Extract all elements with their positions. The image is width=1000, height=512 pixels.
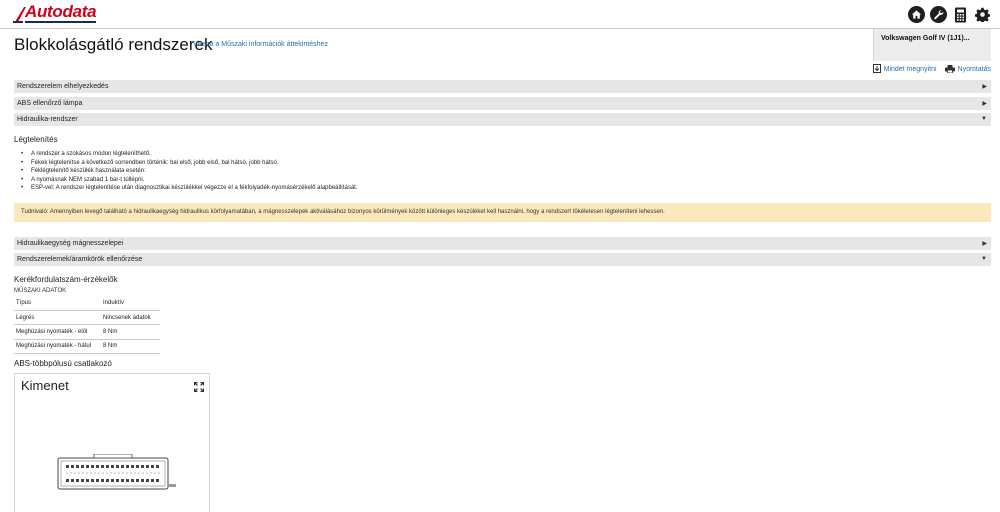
spec-key: Típus xyxy=(14,296,101,311)
home-icon[interactable] xyxy=(908,6,925,23)
top-icons xyxy=(908,6,991,23)
list-item: Fékek légtelenítse a következő sorrendbe… xyxy=(21,159,358,168)
spec-value: Nincsenek adatok xyxy=(101,310,160,326)
table-row: Légrés Nincsenek adatok xyxy=(14,310,160,326)
chevron-down-icon: ▼ xyxy=(981,256,987,262)
connector-diagram xyxy=(56,453,181,499)
logo-mark-icon xyxy=(13,5,27,23)
spec-key: Légrés xyxy=(14,310,101,326)
list-item: Féklégtelenítő készülék használata eseté… xyxy=(21,167,358,176)
panel-title: Kimenet xyxy=(21,378,69,393)
section-solenoid-valves[interactable]: Hidraulikaegység mágnesszelepei ▶ xyxy=(14,237,991,250)
bleeding-heading: Légtelenítés xyxy=(14,135,58,144)
spec-key: Meghúzási nyomaték - elöl xyxy=(14,324,101,340)
spec-value: 8 Nm xyxy=(101,324,160,340)
section-label: ABS ellenőrző lámpa xyxy=(17,100,83,107)
spec-value: Induktív xyxy=(101,296,160,311)
gear-icon[interactable] xyxy=(974,6,991,23)
chevron-down-icon: ▼ xyxy=(981,116,987,122)
chevron-right-icon: ▶ xyxy=(982,84,987,90)
notice-text: Tudnivaló: Amennyiben levegő található a… xyxy=(21,209,665,215)
section-label: Rendszerelem elhelyezkedés xyxy=(17,83,109,90)
print-label: Nyomtatás xyxy=(957,66,991,73)
table-row: Meghúzási nyomaték - elöl 8 Nm xyxy=(14,324,160,340)
fullscreen-icon[interactable] xyxy=(194,379,204,392)
print-button[interactable]: Nyomtatás xyxy=(944,64,991,75)
list-item: ESP-vel: A rendszer légtelenítése után d… xyxy=(21,184,358,193)
chevron-right-icon: ▶ xyxy=(982,241,987,247)
section-component-checks[interactable]: Rendszerelemek/áramkörök ellenőrzése ▼ xyxy=(14,253,991,266)
connector-heading: ABS-többpólusú csatlakozó xyxy=(14,359,112,368)
top-bar: Autodata xyxy=(0,0,1000,29)
printer-icon xyxy=(944,64,955,75)
expand-all-icon xyxy=(872,64,881,75)
section-label: Hidraulikaegység mágnesszelepei xyxy=(17,240,124,247)
section-component-location[interactable]: Rendszerelem elhelyezkedés ▶ xyxy=(14,80,991,93)
list-item: A nyomásnak NEM szabad 1 bar-t túllépni. xyxy=(21,176,358,185)
bleeding-list: A rendszer a szokásos módon légteleníthe… xyxy=(21,150,358,193)
table-row: Típus Induktív xyxy=(14,296,160,311)
table-row: Meghúzási nyomaték - hátul 8 Nm xyxy=(14,339,160,355)
spec-value: 8 Nm xyxy=(101,339,160,355)
vehicle-selector[interactable]: Volkswagen Golf IV (1J1)... xyxy=(873,29,991,61)
wheel-sensor-heading: Kerékfordulatszám-érzékelők xyxy=(14,275,118,284)
section-label: Rendszerelemek/áramkörök ellenőrzése xyxy=(17,256,143,263)
logo-text: Autodata xyxy=(25,2,97,23)
show-all-button[interactable]: Mindet megnyitni xyxy=(872,64,937,75)
section-abs-warning-lamp[interactable]: ABS ellenőrző lámpa ▶ xyxy=(14,97,991,110)
vehicle-label: Volkswagen Golf IV (1J1)... xyxy=(881,35,970,42)
chevron-right-icon: ▶ xyxy=(982,101,987,107)
section-hydraulic-system[interactable]: Hidraulika-rendszer ▼ xyxy=(14,113,991,126)
action-links: Mindet megnyitni Nyomtatás xyxy=(872,64,991,75)
calculator-icon[interactable] xyxy=(952,6,969,23)
spec-table: Típus Induktív Légrés Nincsenek adatok M… xyxy=(14,296,160,355)
list-item: A rendszer a szokásos módon légteleníthe… xyxy=(21,150,358,159)
section-label: Hidraulika-rendszer xyxy=(17,116,78,123)
back-to-overview-link[interactable]: Vissza a Műszaki információk áttekintésh… xyxy=(193,41,328,48)
notice-box: Tudnivaló: Amennyiben levegő található a… xyxy=(14,203,991,222)
autodata-logo[interactable]: Autodata xyxy=(13,2,97,23)
spec-key: Meghúzási nyomaték - hátul xyxy=(14,339,101,355)
connector-panel: Kimenet xyxy=(14,373,210,512)
spec-title: MŰSZAKI ADATOK xyxy=(14,288,67,294)
wrench-icon[interactable] xyxy=(930,6,947,23)
show-all-label: Mindet megnyitni xyxy=(883,66,937,73)
page-title: Blokkolásgátló rendszerek xyxy=(14,35,213,54)
